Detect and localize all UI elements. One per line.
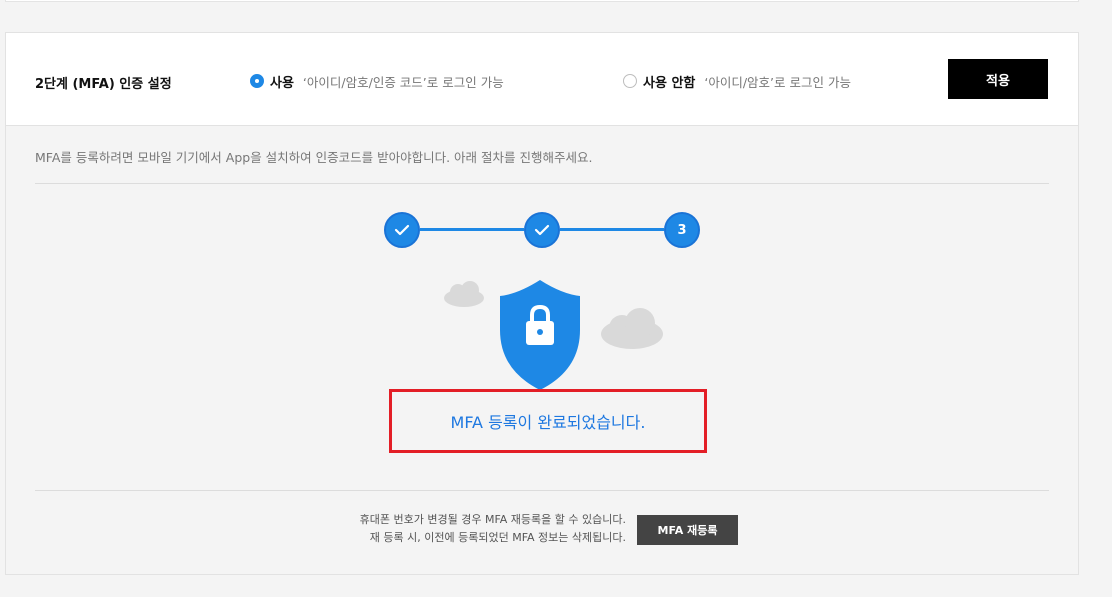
radio-selected-icon[interactable] <box>250 74 264 88</box>
check-icon <box>394 224 410 236</box>
mfa-no-use-description: ‘아이디/암호’로 로그인 가능 <box>704 74 851 90</box>
mfa-use-option[interactable]: 사용 ‘아이디/암호/인증 코드’로 로그인 가능 <box>250 71 504 91</box>
re-register-notes: 휴대폰 번호가 변경될 경우 MFA 재등록을 할 수 있습니다. 재 등록 시… <box>306 511 626 547</box>
top-panel-edge <box>5 0 1079 2</box>
step-3-current: 3 <box>664 212 700 248</box>
mfa-no-use-label: 사용 안함 <box>643 75 696 91</box>
mfa-no-use-option[interactable]: 사용 안함 ‘아이디/암호’로 로그인 가능 <box>623 71 851 91</box>
mfa-setting-row: 2단계 (MFA) 인증 설정 사용 ‘아이디/암호/인증 코드’로 로그인 가… <box>6 33 1078 126</box>
re-register-note-line1: 휴대폰 번호가 변경될 경우 MFA 재등록을 할 수 있습니다. <box>359 513 626 526</box>
mfa-stepper: 3 <box>384 211 700 249</box>
completion-highlight-box: MFA 등록이 완료되었습니다. <box>389 389 707 453</box>
divider <box>35 490 1049 491</box>
mfa-use-description: ‘아이디/암호/인증 코드’로 로그인 가능 <box>302 74 504 90</box>
step-3-number: 3 <box>677 222 687 238</box>
mfa-setting-title: 2단계 (MFA) 인증 설정 <box>35 77 172 92</box>
step-connector <box>420 228 524 231</box>
mfa-use-label: 사용 <box>270 75 294 91</box>
divider <box>35 183 1049 184</box>
mfa-settings-panel: 2단계 (MFA) 인증 설정 사용 ‘아이디/암호/인증 코드’로 로그인 가… <box>5 32 1079 575</box>
completion-message: MFA 등록이 완료되었습니다. <box>450 413 646 432</box>
mfa-re-register-button[interactable]: MFA 재등록 <box>637 515 738 545</box>
check-icon <box>534 224 550 236</box>
illustration-svg <box>444 280 663 390</box>
mfa-illustration <box>426 276 686 396</box>
radio-unselected-icon[interactable] <box>623 74 637 88</box>
step-1-complete <box>384 212 420 248</box>
cloud-icon <box>444 281 484 307</box>
apply-button[interactable]: 적용 <box>948 59 1048 99</box>
step-2-complete <box>524 212 560 248</box>
step-connector <box>560 228 664 231</box>
re-register-note-line2: 재 등록 시, 이전에 등록되었던 MFA 정보는 삭제됩니다. <box>369 531 626 544</box>
shield-lock-icon <box>500 280 580 390</box>
mfa-info-text: MFA를 등록하려면 모바일 기기에서 App을 설치하여 인증코드를 받아야합… <box>35 150 593 165</box>
cloud-icon <box>601 308 663 349</box>
